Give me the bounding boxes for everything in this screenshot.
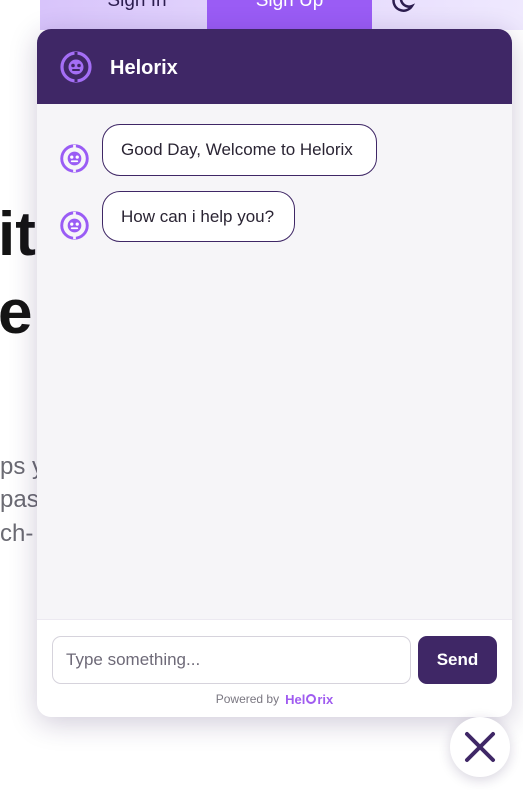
message-input[interactable]	[52, 636, 411, 684]
brand-logo-part-1: Hel	[285, 691, 306, 707]
chat-footer: Send Powered by Hel rix	[37, 619, 512, 717]
brand-logo-part-2: rix	[317, 691, 334, 707]
close-chat-button[interactable]	[450, 717, 510, 777]
hero-heading-line-1: it	[0, 200, 36, 269]
sign-up-label: Sign Up	[255, 0, 324, 11]
bot-logo-icon	[60, 51, 92, 83]
moon-icon[interactable]	[390, 0, 420, 16]
sign-in-link[interactable]: Sign In	[72, 0, 202, 14]
brand-logo-o-icon	[306, 694, 317, 704]
close-icon	[465, 732, 495, 762]
chat-header: Helorix	[37, 29, 512, 104]
send-button[interactable]: Send	[418, 636, 497, 684]
bot-avatar-icon	[60, 211, 89, 240]
helorix-brand-logo[interactable]: Hel rix	[285, 692, 333, 707]
chat-widget: Helorix Good Day, Welcome to Helorix How…	[37, 29, 512, 717]
hero-paragraph-line-3: ch-	[0, 520, 34, 547]
message-bubble: How can i help you?	[102, 191, 295, 242]
powered-by-text: Powered by	[215, 692, 280, 706]
hero-paragraph-line-2: pas	[0, 486, 39, 513]
message-bubble: Good Day, Welcome to Helorix	[102, 124, 377, 176]
bot-avatar-icon	[60, 144, 89, 173]
chat-title: Helorix	[110, 57, 178, 79]
sign-up-button[interactable]: Sign Up	[207, 0, 372, 30]
powered-by: Powered by Hel rix	[37, 691, 512, 707]
hero-heading-line-2: e	[0, 278, 33, 347]
